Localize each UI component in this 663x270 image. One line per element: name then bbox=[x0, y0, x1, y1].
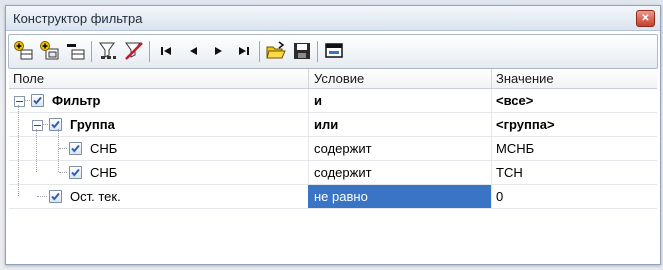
apply-button[interactable] bbox=[323, 40, 345, 62]
grid-header: Поле Условие Значение bbox=[9, 69, 657, 89]
check-icon bbox=[33, 96, 42, 105]
tree-line bbox=[18, 105, 19, 196]
close-icon: ✕ bbox=[641, 13, 650, 24]
check-icon bbox=[51, 120, 60, 129]
prev-record-button[interactable] bbox=[183, 40, 205, 62]
prev-icon bbox=[190, 47, 197, 55]
add-condition-button[interactable] bbox=[13, 40, 35, 62]
row-checkbox[interactable] bbox=[49, 118, 62, 131]
column-header-value[interactable]: Значение bbox=[496, 71, 554, 86]
tree-row[interactable]: Ост. тек. не равно 0 bbox=[9, 185, 657, 209]
column-divider[interactable] bbox=[308, 69, 309, 88]
open-button[interactable] bbox=[265, 40, 287, 62]
tree-row[interactable]: СНБ содержит ТСН bbox=[9, 161, 657, 185]
window-title: Конструктор фильтра bbox=[13, 11, 143, 26]
cell-divider bbox=[491, 161, 492, 184]
condition-cell[interactable]: и bbox=[314, 93, 322, 108]
column-divider[interactable] bbox=[491, 69, 492, 88]
filter-button[interactable] bbox=[97, 40, 119, 62]
tree-row[interactable]: Группа или <группа> bbox=[9, 113, 657, 137]
save-icon bbox=[294, 43, 310, 59]
cell-divider bbox=[491, 113, 492, 136]
condition-cell[interactable]: содержит bbox=[314, 141, 372, 156]
last-icon bbox=[239, 47, 249, 55]
delete-row-icon bbox=[67, 44, 85, 60]
condition-cell[interactable]: или bbox=[314, 117, 338, 132]
toolbar-separator bbox=[91, 41, 92, 62]
selected-cell[interactable]: не равно bbox=[308, 185, 491, 208]
first-record-button[interactable] bbox=[155, 40, 177, 62]
toolbar-separator bbox=[259, 41, 260, 62]
row-checkbox[interactable] bbox=[31, 94, 44, 107]
close-button[interactable]: ✕ bbox=[636, 10, 655, 27]
open-icon bbox=[266, 41, 286, 59]
tree-row[interactable]: Фильтр и <все> bbox=[9, 89, 657, 113]
first-icon bbox=[161, 47, 171, 55]
column-header-condition[interactable]: Условие bbox=[314, 71, 364, 86]
check-icon bbox=[51, 192, 60, 201]
filter-builder-window: Конструктор фильтра ✕ Поле Условие Значе… bbox=[5, 5, 661, 265]
tree-line bbox=[59, 148, 67, 149]
column-header-field[interactable]: Поле bbox=[13, 71, 44, 86]
add-group-icon bbox=[40, 41, 59, 60]
field-name: Группа bbox=[70, 117, 115, 132]
tree-line bbox=[58, 129, 59, 172]
clear-filter-icon bbox=[125, 42, 143, 60]
cell-divider bbox=[308, 113, 309, 136]
tree-row[interactable]: СНБ содержит МСНБ bbox=[9, 137, 657, 161]
value-cell[interactable]: <группа> bbox=[496, 117, 555, 132]
row-checkbox[interactable] bbox=[69, 166, 82, 179]
tree-line bbox=[37, 196, 47, 197]
next-record-button[interactable] bbox=[207, 40, 229, 62]
row-checkbox[interactable] bbox=[49, 190, 62, 203]
cell-divider bbox=[308, 161, 309, 184]
field-name: Фильтр bbox=[52, 93, 101, 108]
add-condition-icon bbox=[14, 41, 33, 60]
add-group-button[interactable] bbox=[39, 40, 61, 62]
cell-divider bbox=[491, 137, 492, 160]
clear-filter-button[interactable] bbox=[123, 40, 145, 62]
value-cell[interactable]: 0 bbox=[496, 189, 503, 204]
condition-cell[interactable]: не равно bbox=[314, 189, 368, 204]
row-checkbox[interactable] bbox=[69, 142, 82, 155]
delete-row-button[interactable] bbox=[65, 40, 87, 62]
toolbar bbox=[8, 34, 658, 69]
field-name: СНБ bbox=[90, 165, 118, 180]
collapse-icon[interactable] bbox=[32, 120, 43, 131]
cell-divider bbox=[491, 185, 492, 208]
title-bar[interactable]: Конструктор фильтра ✕ bbox=[6, 6, 660, 31]
collapse-icon[interactable] bbox=[14, 96, 25, 107]
value-cell[interactable]: <все> bbox=[496, 93, 533, 108]
cell-divider bbox=[491, 89, 492, 112]
tree-line bbox=[59, 172, 67, 173]
toolbar-separator bbox=[317, 41, 318, 62]
next-icon bbox=[215, 47, 222, 55]
cell-divider bbox=[308, 137, 309, 160]
tree-line bbox=[24, 100, 30, 101]
tree-line bbox=[42, 124, 48, 125]
field-name: СНБ bbox=[90, 141, 118, 156]
apply-icon bbox=[325, 43, 343, 58]
field-name: Ост. тек. bbox=[70, 189, 121, 204]
save-button[interactable] bbox=[291, 40, 313, 62]
tree-line bbox=[36, 129, 37, 172]
filter-icon bbox=[99, 42, 116, 59]
condition-cell[interactable]: содержит bbox=[314, 165, 372, 180]
check-icon bbox=[71, 144, 80, 153]
value-cell[interactable]: ТСН bbox=[496, 165, 523, 180]
check-icon bbox=[71, 168, 80, 177]
cell-divider bbox=[308, 89, 309, 112]
toolbar-separator bbox=[149, 41, 150, 62]
value-cell[interactable]: МСНБ bbox=[496, 141, 534, 156]
last-record-button[interactable] bbox=[233, 40, 255, 62]
